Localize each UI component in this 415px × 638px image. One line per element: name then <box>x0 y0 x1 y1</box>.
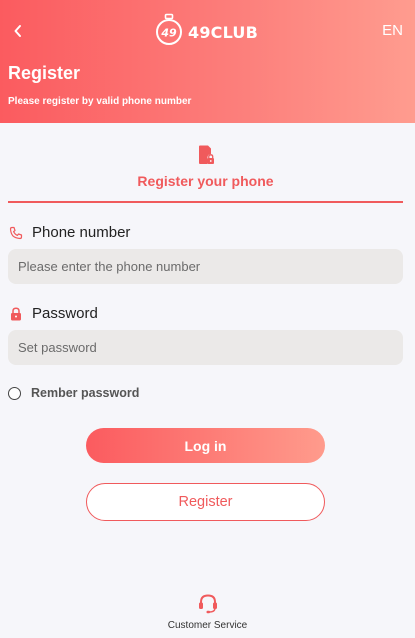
page-subtitle: Please register by valid phone number <box>8 96 192 107</box>
phone-label: Phone number <box>32 224 131 241</box>
login-button[interactable]: Log in <box>86 428 325 463</box>
header: 49 49CLUB EN Register Please register by… <box>0 0 415 123</box>
tab-label: Register your phone <box>137 173 274 189</box>
logo-badge-icon: 49 <box>156 13 182 45</box>
phone-lock-icon <box>198 145 214 164</box>
remember-password[interactable]: Rember password <box>8 386 139 400</box>
phone-icon <box>8 225 24 241</box>
phone-input[interactable] <box>8 249 403 284</box>
back-button[interactable] <box>9 22 27 40</box>
chevron-left-icon <box>14 25 21 37</box>
remember-radio[interactable] <box>8 386 21 400</box>
page-title: Register <box>8 63 81 83</box>
customer-service[interactable]: Customer Service <box>0 593 415 631</box>
logo: 49 49CLUB <box>153 10 258 50</box>
register-button[interactable]: Register <box>86 483 325 521</box>
headset-icon <box>198 594 217 614</box>
password-label: Password <box>32 305 98 322</box>
logo-text: 49CLUB <box>188 22 259 42</box>
svg-text:49: 49 <box>160 27 177 40</box>
phone-label-row: Phone number <box>8 224 130 241</box>
remember-label: Rember password <box>31 386 140 400</box>
tab-register-phone[interactable]: Register your phone <box>8 145 403 203</box>
password-label-row: Password <box>8 305 98 322</box>
customer-service-label: Customer Service <box>167 620 248 631</box>
lock-icon <box>8 306 24 322</box>
password-input[interactable] <box>8 330 403 365</box>
language-switch[interactable]: EN <box>382 22 403 39</box>
